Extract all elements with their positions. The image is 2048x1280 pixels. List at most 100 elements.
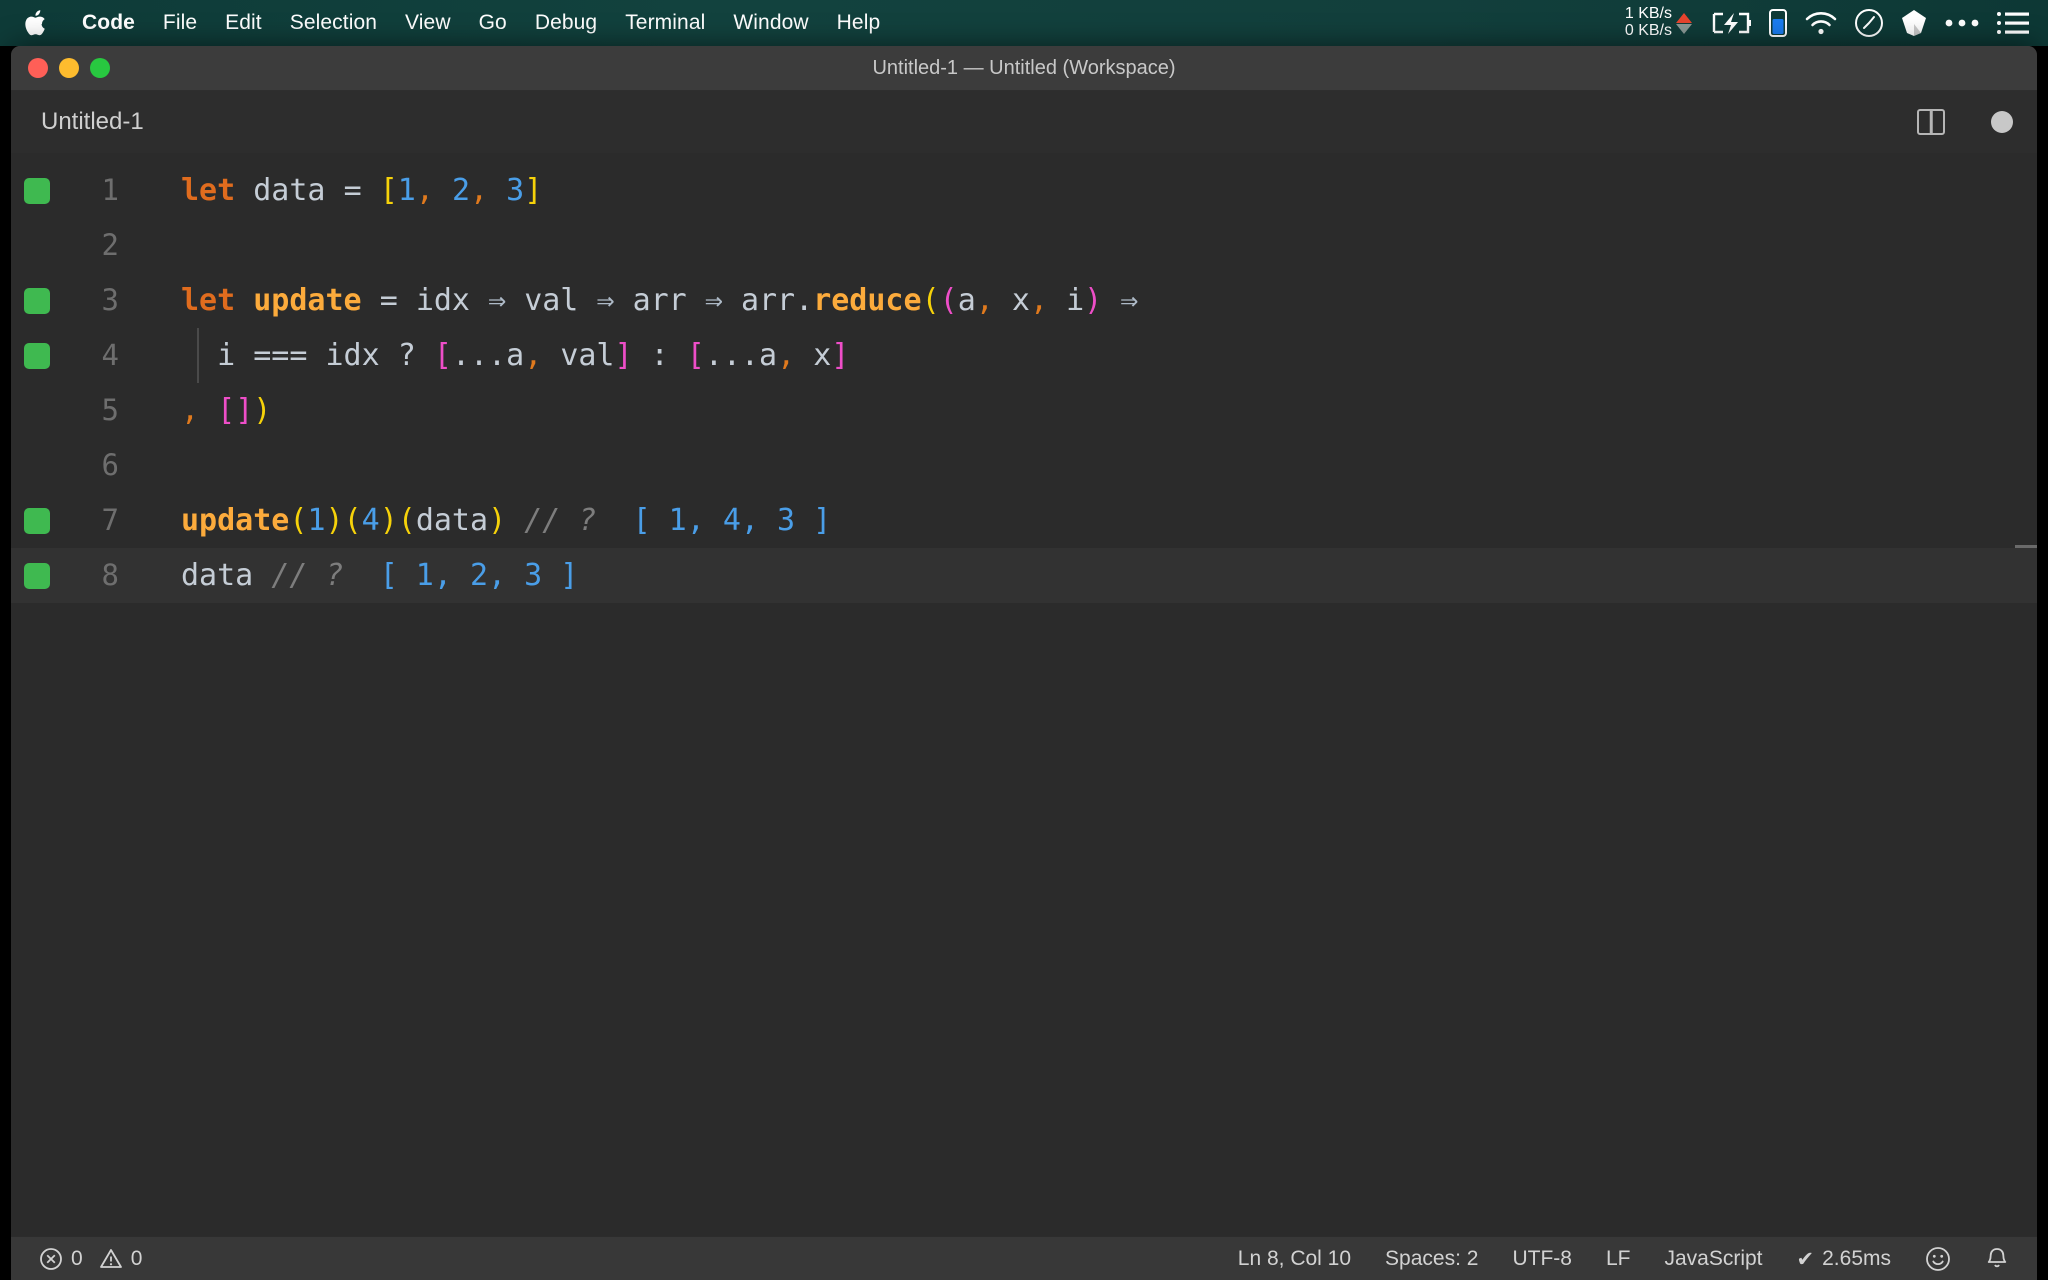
token-strict-equality: === (253, 338, 308, 373)
dropbox-icon[interactable] (1900, 8, 1928, 38)
status-bar: 0 0 Ln 8, Col 10 Spaces: 2 UTF-8 LF Java… (11, 1236, 2037, 1280)
eol-setting[interactable]: LF (1606, 1247, 1631, 1271)
apple-logo-icon[interactable] (22, 8, 50, 38)
wifi-icon[interactable] (1804, 10, 1838, 36)
problems-indicator[interactable]: 0 0 (39, 1247, 142, 1272)
close-button[interactable] (28, 58, 48, 78)
token-identifier: idx (415, 283, 470, 318)
token-bracket-close: ] (614, 338, 633, 373)
token-paren-close: ) (488, 503, 507, 538)
line-content: update(1)(4)(data) // ? [ 1, 4, 3 ] (131, 493, 2037, 548)
code-line-2[interactable]: 2 (11, 218, 2037, 273)
token-ternary-question: ? (397, 338, 416, 373)
token-paren-open: ( (939, 283, 958, 318)
maximize-button[interactable] (90, 58, 110, 78)
token-number: 1 (397, 173, 416, 208)
token-comma: , (524, 338, 543, 373)
cursor-position[interactable]: Ln 8, Col 10 (1238, 1247, 1351, 1271)
code-line-3[interactable]: 3 let update = idx ⇒ val ⇒ arr ⇒ arr.red… (11, 273, 2037, 328)
token-arrow: ⇒ (704, 283, 723, 318)
bell-icon[interactable] (1985, 1246, 2009, 1272)
menu-item-terminal[interactable]: Terminal (611, 8, 719, 38)
status-bar-right: Ln 8, Col 10 Spaces: 2 UTF-8 LF JavaScri… (1238, 1246, 2037, 1272)
clock-icon[interactable] (1854, 8, 1884, 38)
token-identifier: x (813, 338, 832, 373)
menu-item-go[interactable]: Go (465, 8, 521, 38)
warning-triangle-icon (99, 1247, 123, 1272)
tab-untitled-1[interactable]: Untitled-1 (11, 91, 170, 153)
runtime-indicator[interactable]: ✔ 2.65ms (1797, 1247, 1891, 1272)
coverage-marker (24, 562, 50, 589)
token-comma: , (777, 338, 796, 373)
token-arrow: ⇒ (488, 283, 507, 318)
token-paren-open: ( (343, 503, 362, 538)
code-line-1[interactable]: 1 let data = [1, 2, 3] (11, 163, 2037, 218)
token-number: 1 (307, 503, 326, 538)
ellipsis-icon[interactable] (1944, 17, 1980, 29)
token-identifier: idx (325, 338, 380, 373)
coverage-marker (24, 342, 50, 369)
token-number: 2 (451, 173, 470, 208)
code-line-8[interactable]: 8 data // ? [ 1, 2, 3 ] (11, 548, 2037, 603)
macos-menubar: Code File Edit Selection View Go Debug T… (0, 0, 2048, 46)
token-arrow: ⇒ (596, 283, 615, 318)
code-line-7[interactable]: 7 update(1)(4)(data) // ? [ 1, 4, 3 ] (11, 493, 2037, 548)
token-param: i (1066, 283, 1085, 318)
token-comment: // ? (524, 503, 597, 538)
line-content: , []) (131, 383, 2037, 438)
token-spread: ... (704, 338, 759, 373)
token-identifier: arr (740, 283, 796, 318)
download-arrow-icon (1676, 23, 1692, 34)
check-icon: ✔ (1796, 1247, 1815, 1271)
token-comma: , (1029, 283, 1048, 318)
warning-count: 0 (130, 1247, 143, 1270)
list-menu-icon[interactable] (1996, 10, 2030, 36)
menu-item-help[interactable]: Help (823, 8, 895, 38)
encoding-setting[interactable]: UTF-8 (1512, 1247, 1572, 1271)
token-dot: . (795, 283, 814, 318)
token-param: x (1011, 283, 1030, 318)
unsaved-dot-indicator[interactable] (1991, 111, 2013, 133)
token-bracket-open: [ (217, 393, 236, 428)
network-upload-speed: 1 KB/s (1624, 5, 1672, 23)
battery-level-icon[interactable] (1768, 8, 1788, 38)
menu-item-selection[interactable]: Selection (276, 8, 391, 38)
token-number: 4 (361, 503, 380, 538)
menu-item-window[interactable]: Window (719, 8, 822, 38)
token-paren-close: ) (1084, 283, 1103, 318)
code-line-4[interactable]: 4 i === idx ? [...a, val] : [...a, x] (11, 328, 2037, 383)
code-editor[interactable]: 1 let data = [1, 2, 3] 2 3 let update = … (11, 153, 2037, 1236)
menu-item-code[interactable]: Code (68, 8, 149, 38)
split-editor-icon[interactable] (1917, 109, 1945, 135)
runtime-duration: 2.65ms (1822, 1247, 1891, 1270)
token-paren-open: ( (289, 503, 308, 538)
token-bracket-open: [ (379, 173, 398, 208)
line-number: 2 (101, 228, 119, 262)
menu-item-file[interactable]: File (149, 8, 211, 38)
code-line-5[interactable]: 5 , []) (11, 383, 2037, 438)
inline-result-value: [ 1, 2, 3 ] (379, 558, 579, 593)
indentation-setting[interactable]: Spaces: 2 (1385, 1247, 1478, 1271)
editor-actions (1917, 109, 2013, 135)
token-identifier: arr (632, 283, 687, 318)
token-paren-close: ) (253, 393, 272, 428)
token-identifier: val (560, 338, 615, 373)
token-bracket-open: [ (686, 338, 705, 373)
menu-item-edit[interactable]: Edit (211, 8, 276, 38)
window-title: Untitled-1 — Untitled (Workspace) (872, 56, 1176, 79)
network-speed-indicator[interactable]: 1 KB/s 0 KB/s (1624, 5, 1692, 40)
token-function-call: update (181, 503, 290, 538)
minimize-button[interactable] (59, 58, 79, 78)
token-identifier: i (217, 338, 236, 373)
battery-charging-icon[interactable] (1710, 10, 1752, 36)
line-content: data // ? [ 1, 2, 3 ] (131, 548, 2037, 603)
token-arrow: ⇒ (1120, 283, 1139, 318)
smiley-icon[interactable] (1925, 1246, 1951, 1272)
menu-item-debug[interactable]: Debug (521, 8, 611, 38)
code-line-6[interactable]: 6 (11, 438, 2037, 493)
language-mode[interactable]: JavaScript (1664, 1247, 1762, 1271)
token-method-name: reduce (813, 283, 922, 318)
coverage-marker (24, 177, 50, 204)
menu-item-view[interactable]: View (391, 8, 465, 38)
token-operator: = (343, 173, 362, 208)
